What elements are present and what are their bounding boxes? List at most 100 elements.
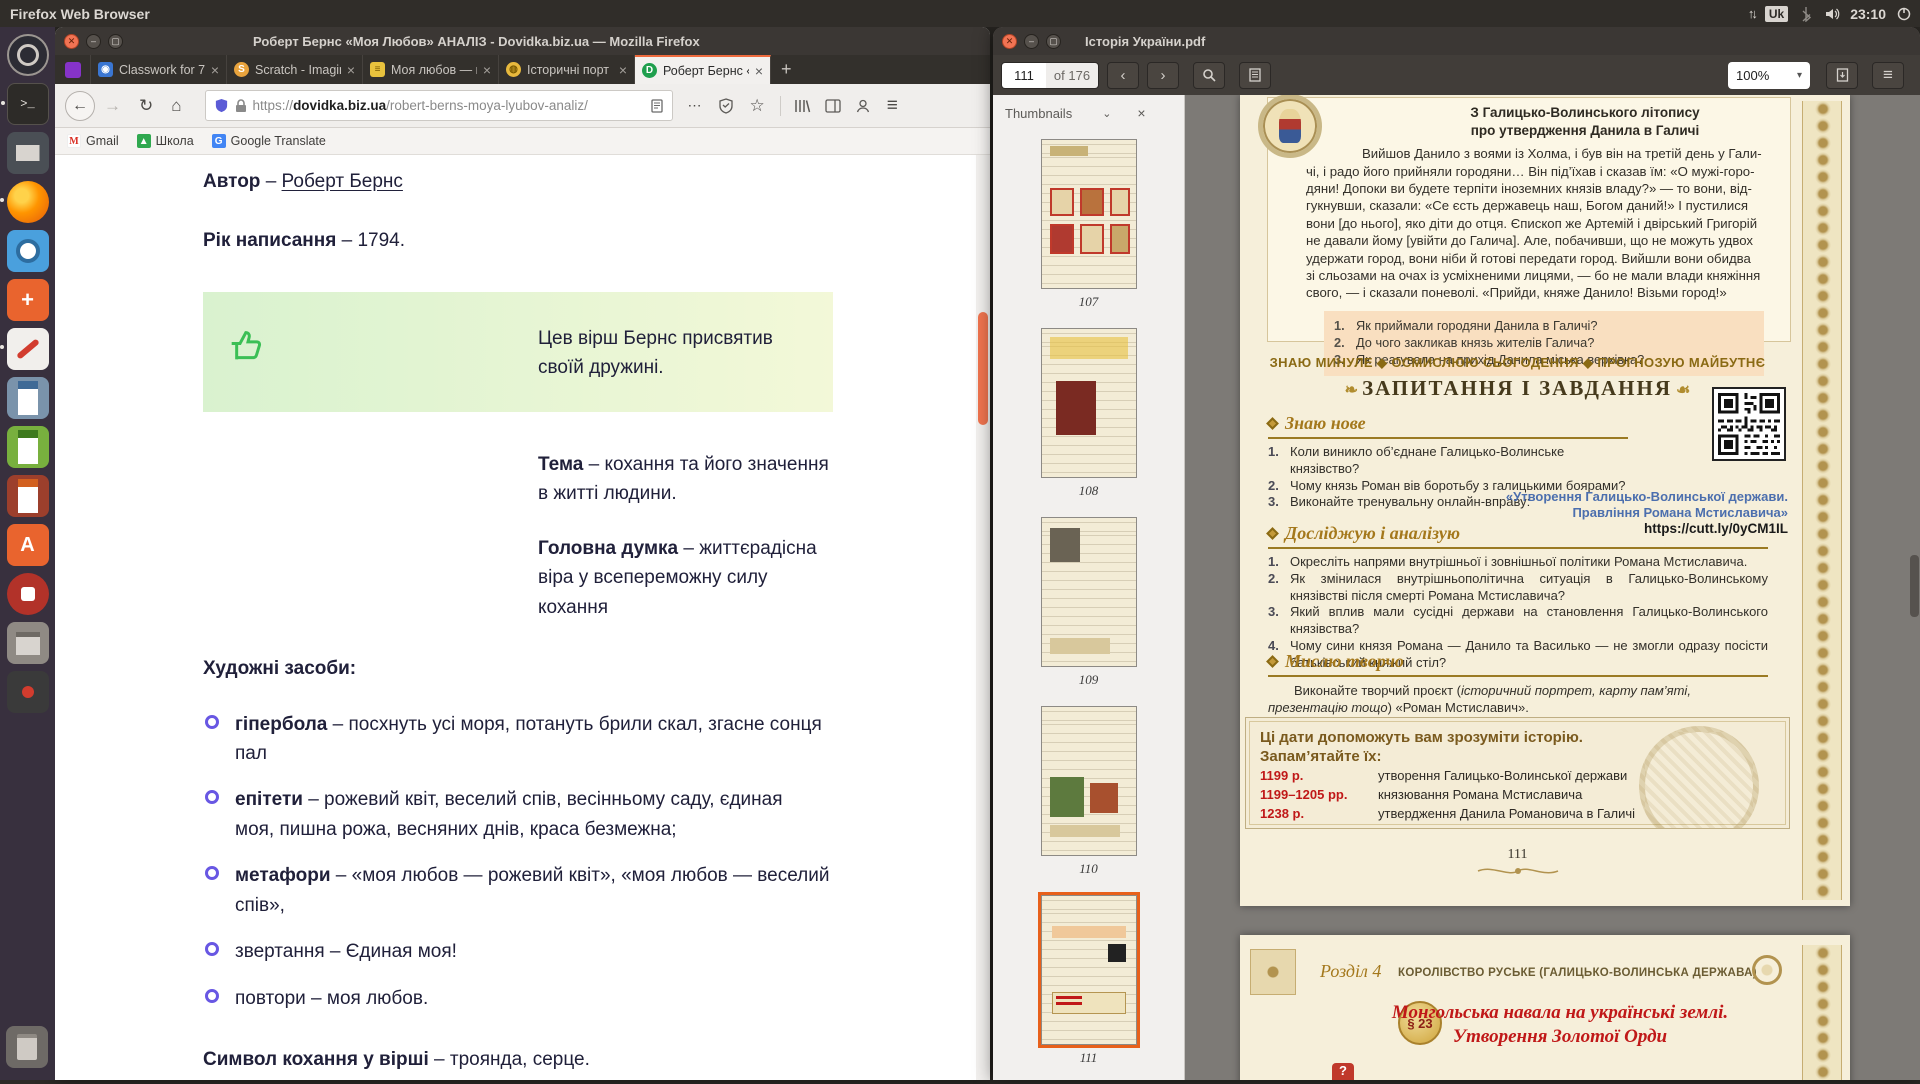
dock-icon-firefox[interactable] — [7, 181, 49, 223]
maximize-button[interactable]: ▢ — [108, 34, 123, 49]
thumbs-up-icon — [225, 324, 265, 368]
power-menu-icon[interactable] — [1896, 6, 1912, 22]
year-row: Рік написання – 1794. — [203, 226, 863, 255]
tab-moya-lyubov[interactable]: ≡ Моя любов — п × — [363, 55, 499, 84]
home-button[interactable]: ⌂ — [171, 96, 181, 116]
tracking-shield-icon[interactable] — [214, 98, 229, 113]
library-icon[interactable] — [794, 98, 811, 114]
navigation-toolbar: ← → ↻ ⌂ https://dovidka.biz.ua/robert-be… — [55, 84, 990, 128]
page-actions-icon[interactable]: ⋯ — [688, 97, 702, 114]
pdf-scrollbar-thumb[interactable] — [1910, 555, 1919, 617]
dock-icon-trash[interactable] — [6, 1026, 48, 1068]
back-button[interactable]: ← — [65, 91, 95, 121]
means-heading: Художні засоби: — [203, 654, 863, 683]
menu-icon[interactable]: ≡ — [887, 95, 898, 117]
dock-icon-libreoffice-calc[interactable] — [7, 426, 49, 468]
thumbnail-111-selected[interactable]: 111 — [993, 895, 1184, 1084]
maximize-button[interactable]: ▢ — [1046, 34, 1061, 49]
dock-icon-terminal[interactable]: >_ — [7, 83, 49, 125]
bookmark-gmail[interactable]: MGmail — [67, 134, 119, 148]
thumbnail-109[interactable]: 109 — [993, 517, 1184, 706]
scrollbar-thumb[interactable] — [978, 312, 988, 425]
current-page-input[interactable]: 111 — [1002, 63, 1046, 88]
tab-close-icon[interactable]: × — [483, 62, 491, 78]
dock-icon-ubuntu-software[interactable]: A — [7, 524, 49, 566]
close-button[interactable]: ✕ — [64, 34, 79, 49]
thumbnail-108[interactable]: 108 — [993, 328, 1184, 517]
close-panel-icon[interactable]: × — [1137, 105, 1145, 121]
bookmark-school[interactable]: ▲Школа — [137, 134, 194, 148]
know-heading-text: Знаю нове — [1285, 413, 1366, 434]
excerpt-title: З Галицько-Волинського літопису про утве… — [1406, 104, 1764, 139]
url-bar[interactable]: https://dovidka.biz.ua/robert-berns-moya… — [205, 90, 673, 121]
next-page-button[interactable]: › — [1147, 62, 1179, 89]
dock-icon-mail[interactable] — [7, 132, 49, 174]
tab-close-icon[interactable]: × — [347, 62, 355, 78]
date-event: утвердження Данила Романовича в Галичі — [1378, 805, 1635, 823]
scratch-icon: S — [234, 62, 249, 77]
account-icon[interactable] — [855, 98, 871, 114]
tab-classwork[interactable]: ◉ Classwork for 7- × — [91, 55, 227, 84]
save-button[interactable] — [1826, 62, 1858, 89]
previous-page-button[interactable]: ‹ — [1107, 62, 1139, 89]
pinned-tab[interactable] — [55, 55, 91, 84]
tab-close-icon[interactable]: × — [755, 63, 763, 79]
running-indicator — [0, 198, 4, 202]
pdf-titlebar[interactable]: ✕ – ▢ Історія України.pdf — [993, 27, 1920, 55]
thumbnail-110[interactable]: 110 — [993, 706, 1184, 895]
key-dates-box: Ці дати допоможуть вам зрозуміти історію… — [1245, 717, 1790, 829]
tab-close-icon[interactable]: × — [211, 62, 219, 78]
minimize-button[interactable]: – — [86, 34, 101, 49]
bookmark-label: Школа — [156, 134, 194, 148]
keyboard-layout-indicator[interactable]: Uk — [1765, 6, 1788, 22]
tab-robert-berns-active[interactable]: D Роберт Бернс « × — [635, 55, 771, 84]
diamond-icon — [1266, 527, 1279, 540]
dock-icon-software-updater[interactable]: + — [7, 279, 49, 321]
network-icon[interactable]: ↑↓ — [1748, 6, 1755, 21]
dock-icon-libreoffice-writer[interactable] — [7, 377, 49, 419]
pocket-icon[interactable] — [718, 98, 734, 114]
scrollbar-track[interactable] — [976, 155, 990, 1080]
document-view[interactable]: З Галицько-Волинського літопису про утве… — [1185, 95, 1920, 1080]
sidebar-icon[interactable] — [825, 98, 841, 114]
url-text[interactable]: https://dovidka.biz.ua/robert-berns-moya… — [253, 98, 644, 113]
reload-button[interactable]: ↻ — [139, 96, 153, 116]
minimize-button[interactable]: – — [1024, 34, 1039, 49]
creative-section: Мислю творчо Виконайте творчий проєкт (і… — [1268, 651, 1768, 716]
bluetooth-icon[interactable] — [1798, 6, 1814, 22]
dock-icon-libreoffice-impress[interactable] — [7, 475, 49, 517]
new-tab-button[interactable]: + — [771, 55, 802, 84]
theme-label: Тема — [538, 454, 583, 475]
dock-icon-annotator[interactable] — [7, 328, 49, 370]
reader-mode-icon[interactable] — [650, 99, 664, 113]
bookmark-google-translate[interactable]: GGoogle Translate — [212, 134, 326, 148]
volume-icon[interactable] — [1824, 6, 1840, 22]
thumbnail-107[interactable]: 107 — [993, 139, 1184, 328]
tab-scratch[interactable]: S Scratch - Imagin × — [227, 55, 363, 84]
page-number-field[interactable]: 111 of 176 — [1001, 62, 1099, 89]
firefox-titlebar[interactable]: ✕ – ▢ Роберт Бернс «Моя Любов» АНАЛІЗ - … — [55, 27, 990, 55]
dock-icon-remote-desktop[interactable] — [7, 573, 49, 615]
toolbar-actions: ⋯ ☆ ≡ — [679, 95, 907, 117]
dock-icon-activities[interactable] — [7, 34, 49, 76]
annotations-button[interactable] — [1239, 62, 1271, 89]
bullet-text: – рожевий квіт, веселий спів, весінньому… — [235, 789, 783, 839]
list-item: 1.Коли виникло об’єднане Галицько-Волинс… — [1268, 444, 1628, 478]
forward-button[interactable]: → — [104, 96, 121, 116]
dock-icon-tools[interactable] — [7, 671, 49, 713]
excerpt-line: чі, і радо його прийняли городяни… Він п… — [1306, 163, 1764, 180]
zoom-select[interactable]: 100% ▾ — [1728, 62, 1810, 89]
tab-istorychni[interactable]: ◍ Історичні порт × — [499, 55, 635, 84]
dock-icon-archive-manager[interactable] — [7, 622, 49, 664]
tab-close-icon[interactable]: × — [619, 62, 627, 78]
author-link[interactable]: Роберт Бернс — [282, 171, 403, 192]
dock-icon-camera[interactable] — [7, 230, 49, 272]
chevron-down-icon[interactable]: ⌄ — [1102, 107, 1111, 120]
bell-icon: ◍ — [506, 62, 521, 77]
close-button[interactable]: ✕ — [1002, 34, 1017, 49]
pdf-menu-button[interactable]: ≡ — [1872, 62, 1904, 89]
search-button[interactable] — [1193, 62, 1225, 89]
clock[interactable]: 23:10 — [1850, 6, 1886, 22]
bookmark-star-icon[interactable]: ☆ — [750, 96, 765, 116]
means-list: гіпербола – посхнуть усі моря, потануть … — [203, 710, 863, 1014]
